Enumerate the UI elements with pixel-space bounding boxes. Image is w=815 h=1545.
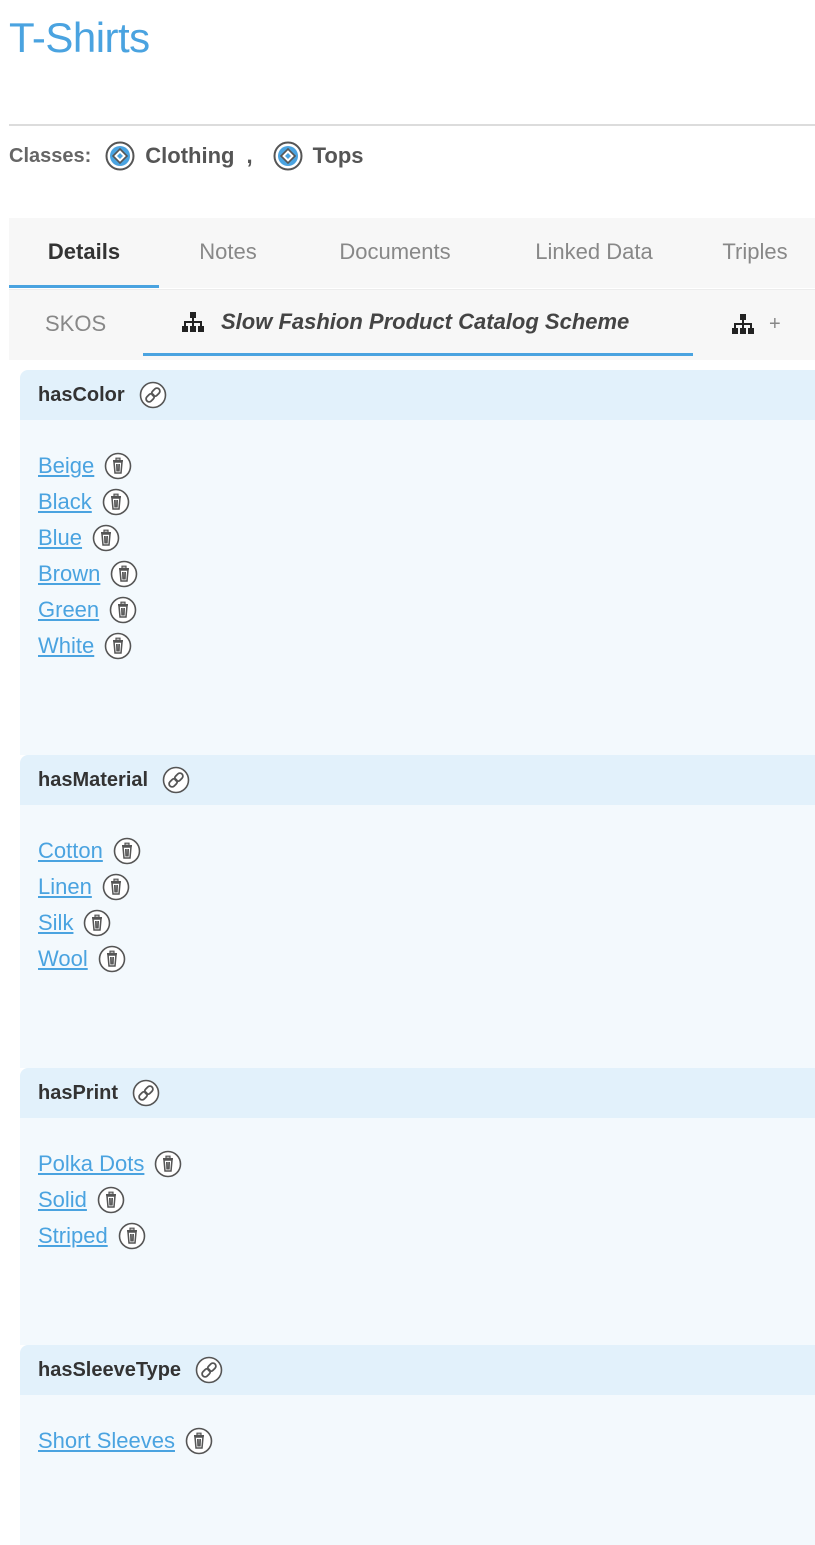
class-separator: , — [246, 143, 253, 168]
class-chip-clothing[interactable]: Clothing — [105, 141, 234, 171]
property-section: hasMaterial Cotton Linen Silk Wool — [20, 755, 815, 1068]
value-link[interactable]: Wool — [38, 946, 88, 972]
value-link[interactable]: Blue — [38, 525, 82, 551]
tab-notes[interactable]: Notes — [159, 218, 297, 286]
value-row: Linen — [20, 869, 815, 905]
property-section: hasColor Beige Black Blue Brown Green White — [20, 370, 815, 755]
property-values: Short Sleeves — [20, 1395, 815, 1545]
value-row: Polka Dots — [20, 1146, 815, 1182]
property-title: hasColor — [38, 383, 125, 406]
trash-icon[interactable] — [113, 837, 141, 865]
tab-triples[interactable]: Triples — [695, 218, 815, 286]
link-icon[interactable] — [195, 1356, 223, 1384]
property-header: hasColor — [20, 370, 815, 420]
value-row: Cotton — [20, 833, 815, 869]
value-link[interactable]: Solid — [38, 1187, 87, 1213]
link-icon[interactable] — [132, 1079, 160, 1107]
property-title: hasSleeveType — [38, 1358, 182, 1381]
class-label-tops: Tops — [312, 143, 364, 168]
value-row: White — [20, 628, 815, 664]
value-row: Solid — [20, 1182, 815, 1218]
property-title: hasPrint — [38, 1081, 119, 1104]
hierarchy-icon — [732, 314, 754, 334]
value-row: Striped — [20, 1218, 815, 1254]
value-link[interactable]: Green — [38, 597, 99, 623]
classes-label: Classes: — [9, 144, 92, 167]
trash-icon[interactable] — [185, 1427, 213, 1455]
property-values: Cotton Linen Silk Wool — [20, 805, 815, 1068]
class-chip-tops[interactable]: Tops — [273, 141, 364, 171]
subtab-scheme[interactable]: Slow Fashion Product Catalog Scheme — [143, 290, 693, 356]
trash-icon[interactable] — [110, 560, 138, 588]
value-row: Wool — [20, 941, 815, 977]
property-values: Beige Black Blue Brown Green White — [20, 420, 815, 755]
tab-linked-data[interactable]: Linked Data — [493, 218, 695, 286]
property-section: hasSleeveType Short Sleeves — [20, 1345, 815, 1545]
value-link[interactable]: Linen — [38, 874, 92, 900]
value-link[interactable]: Cotton — [38, 838, 103, 864]
trash-icon[interactable] — [92, 524, 120, 552]
value-link[interactable]: Striped — [38, 1223, 108, 1249]
value-row: Beige — [20, 448, 815, 484]
add-scheme-button[interactable]: + — [693, 290, 781, 358]
value-link[interactable]: White — [38, 633, 94, 659]
value-row: Blue — [20, 520, 815, 556]
tab-documents[interactable]: Documents — [297, 218, 493, 286]
property-section: hasPrint Polka Dots Solid Striped — [20, 1068, 815, 1345]
hierarchy-icon — [182, 311, 204, 332]
value-row: Green — [20, 592, 815, 628]
main-tabs: Details Notes Documents Linked Data Trip… — [9, 218, 815, 288]
value-row: Black — [20, 484, 815, 520]
trash-icon[interactable] — [118, 1222, 146, 1250]
page-title: T-Shirts — [9, 14, 150, 61]
value-row: Brown — [20, 556, 815, 592]
scheme-tabs: SKOS Slow Fashion Product Catalog Scheme — [9, 289, 815, 360]
value-link[interactable]: Black — [38, 489, 92, 515]
value-row: Short Sleeves — [20, 1423, 815, 1459]
trash-icon[interactable] — [104, 452, 132, 480]
trash-icon[interactable] — [102, 488, 130, 516]
value-link[interactable]: Short Sleeves — [38, 1428, 175, 1454]
subtab-scheme-label: Slow Fashion Product Catalog Scheme — [221, 308, 630, 334]
class-label-clothing: Clothing — [145, 143, 235, 168]
trash-icon[interactable] — [104, 632, 132, 660]
property-header: hasPrint — [20, 1068, 815, 1118]
title-divider — [9, 124, 815, 126]
value-row: Silk — [20, 905, 815, 941]
value-link[interactable]: Silk — [38, 910, 73, 936]
subtab-skos[interactable]: SKOS — [9, 290, 143, 358]
trash-icon[interactable] — [97, 1186, 125, 1214]
tab-details[interactable]: Details — [9, 218, 159, 288]
trash-icon[interactable] — [98, 945, 126, 973]
value-link[interactable]: Polka Dots — [38, 1151, 144, 1177]
property-values: Polka Dots Solid Striped — [20, 1118, 815, 1345]
value-link[interactable]: Beige — [38, 453, 94, 479]
plus-icon: + — [769, 312, 781, 335]
class-icon — [105, 141, 135, 171]
class-icon — [273, 141, 303, 171]
trash-icon[interactable] — [154, 1150, 182, 1178]
value-link[interactable]: Brown — [38, 561, 100, 587]
link-icon[interactable] — [162, 766, 190, 794]
link-icon[interactable] — [139, 381, 167, 409]
trash-icon[interactable] — [102, 873, 130, 901]
trash-icon[interactable] — [109, 596, 137, 624]
property-header: hasMaterial — [20, 755, 815, 805]
classes-row: Classes: Clothing , Tops — [9, 136, 364, 176]
property-title: hasMaterial — [38, 768, 149, 791]
property-header: hasSleeveType — [20, 1345, 815, 1395]
trash-icon[interactable] — [83, 909, 111, 937]
